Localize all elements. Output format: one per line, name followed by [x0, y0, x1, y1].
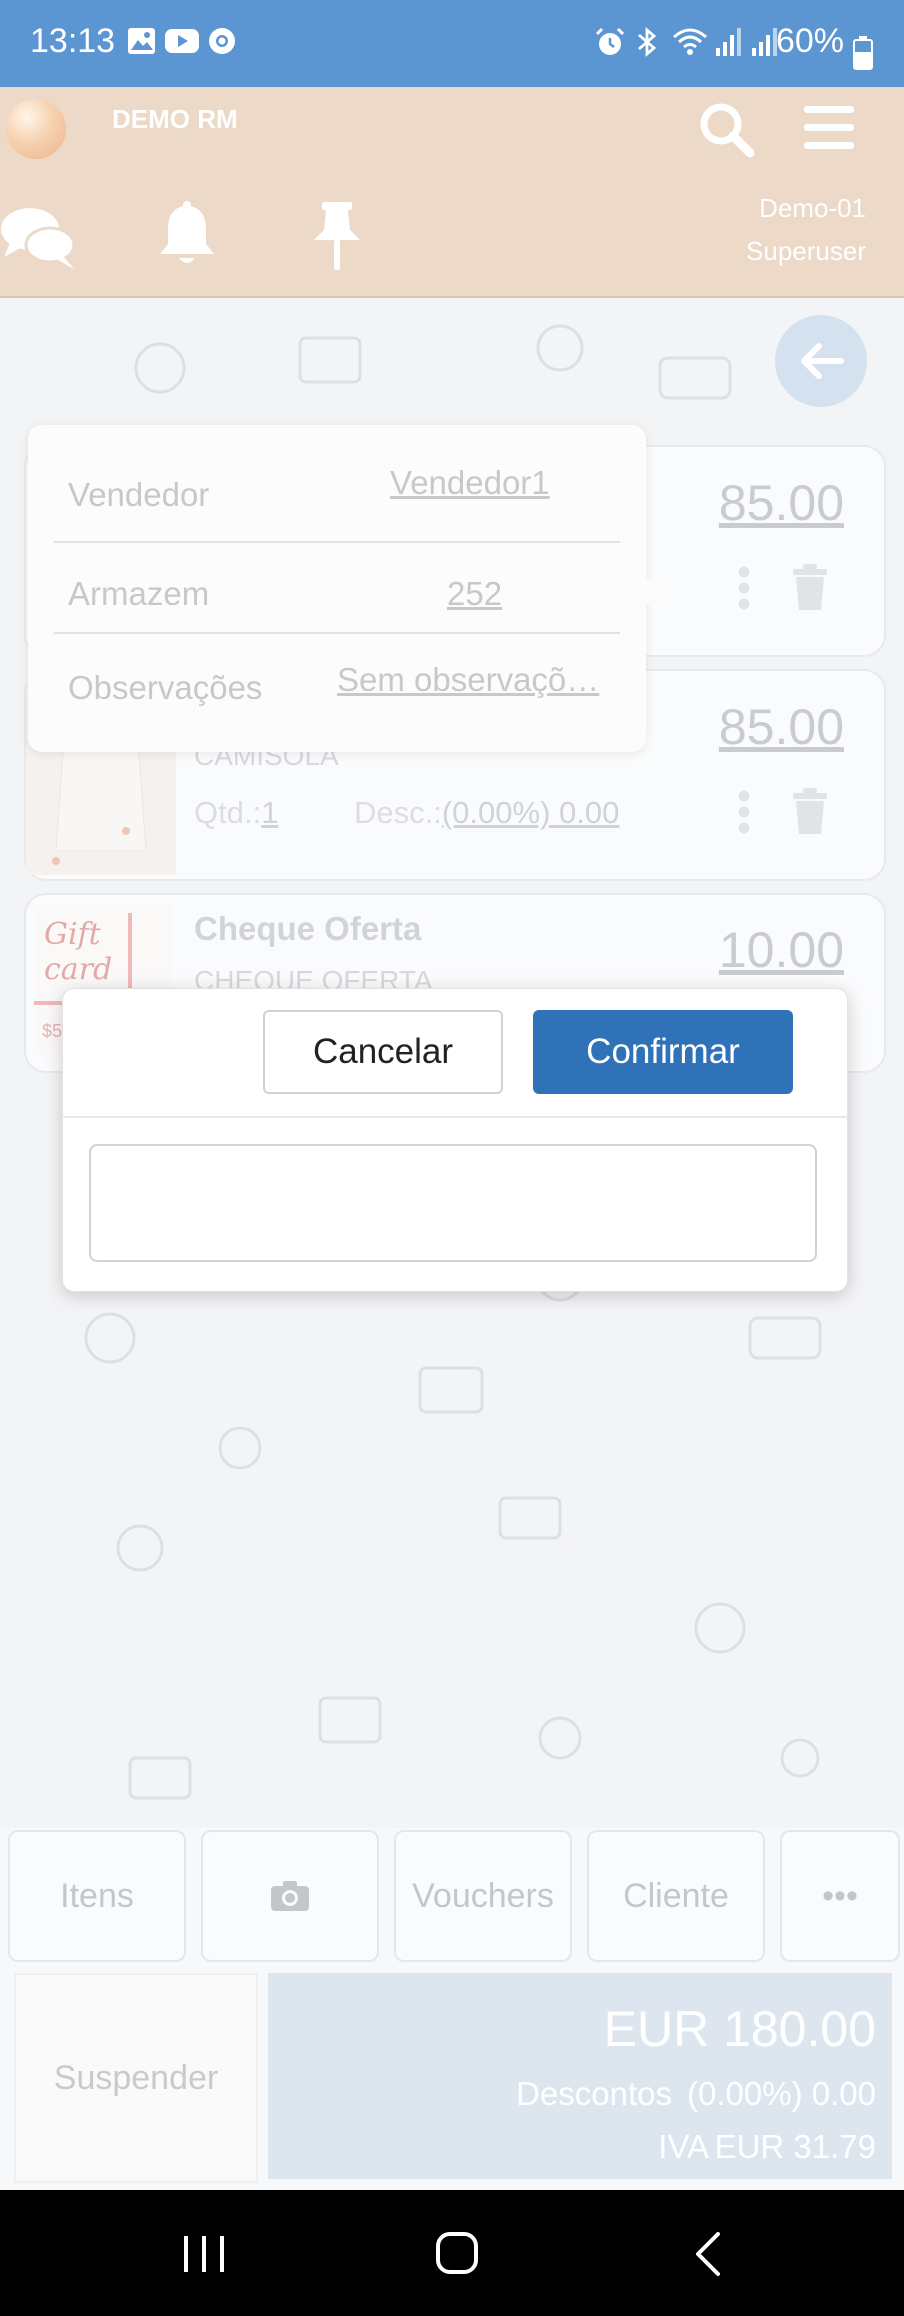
item-price[interactable]: 85.00	[719, 698, 844, 756]
warehouse-value[interactable]: 252	[447, 575, 502, 613]
warehouse-label: Armazem	[68, 575, 210, 612]
popover-arrow	[644, 576, 664, 606]
more-vertical-icon[interactable]	[736, 790, 752, 834]
bell-icon[interactable]	[156, 200, 218, 270]
notes-label: Observações	[68, 669, 263, 706]
item-quantity[interactable]: Qtd.:1	[194, 795, 278, 831]
alarm-icon	[595, 27, 625, 55]
gift-card-image-text: Gift card	[44, 917, 113, 987]
chat-icon[interactable]	[0, 205, 78, 271]
recent-apps-icon[interactable]	[180, 2234, 228, 2274]
back-nav-icon[interactable]	[690, 2230, 726, 2278]
vouchers-button[interactable]: Vouchers	[394, 1830, 572, 1962]
item-price[interactable]: 10.00	[719, 921, 844, 979]
item-discount[interactable]: Desc.:(0.00%) 0.00	[354, 795, 619, 831]
gift-card-image-price: $5	[42, 1021, 63, 1041]
discounts-value: (0.00%) 0.00	[687, 2075, 876, 2112]
bluetooth-icon	[638, 26, 657, 58]
gallery-icon	[128, 28, 155, 54]
arrow-left-icon	[801, 343, 844, 379]
vat-value: EUR 31.79	[714, 2128, 876, 2165]
camera-icon	[271, 1881, 309, 1911]
back-button[interactable]	[775, 315, 867, 407]
vat-label: IVA	[658, 2128, 709, 2165]
signal-icon	[752, 28, 777, 56]
menu-icon[interactable]	[802, 104, 856, 152]
cancel-button[interactable]: Cancelar	[263, 1010, 503, 1094]
battery-icon	[853, 36, 873, 70]
home-icon[interactable]	[434, 2230, 480, 2276]
youtube-icon	[165, 29, 199, 53]
seller-value[interactable]: Vendedor1	[390, 464, 550, 502]
register-name: Demo-01	[759, 193, 866, 223]
chrome-icon	[209, 28, 235, 54]
items-button[interactable]: Itens	[8, 1830, 186, 1962]
more-vertical-icon[interactable]	[736, 566, 752, 610]
discount-value[interactable]: (0.00%) 0.00	[442, 795, 620, 830]
suspend-button[interactable]: Suspender	[14, 1973, 258, 2183]
pin-icon[interactable]	[308, 200, 366, 272]
trash-icon[interactable]	[791, 788, 829, 834]
more-options-button[interactable]: •••	[780, 1830, 900, 1962]
dialog-text-input[interactable]	[89, 1144, 817, 1262]
app-title: DEMO RM	[112, 104, 238, 134]
search-icon[interactable]	[697, 100, 755, 158]
wifi-icon	[673, 28, 707, 55]
discount-label: Desc.:	[354, 795, 442, 830]
total-amount: EUR 180.00	[603, 2001, 876, 2057]
quantity-label: Qtd.:	[194, 795, 262, 830]
dialog-divider	[62, 1116, 848, 1118]
confirm-button[interactable]: Confirmar	[533, 1010, 793, 1094]
seller-label: Vendedor	[68, 476, 210, 513]
trash-icon[interactable]	[791, 564, 829, 610]
status-time: 13:13	[30, 22, 116, 60]
client-button[interactable]: Cliente	[587, 1830, 765, 1962]
signal-icon	[716, 28, 741, 56]
quantity-value[interactable]: 1	[261, 795, 278, 830]
avatar[interactable]	[6, 99, 66, 159]
user-role: Superuser	[746, 236, 866, 266]
divider	[54, 541, 620, 543]
discounts-label: Descontos	[516, 2075, 672, 2112]
divider	[54, 632, 620, 634]
notes-value[interactable]: Sem observaçõ…	[337, 661, 615, 699]
battery-percentage: 60%	[775, 22, 844, 60]
camera-button[interactable]	[201, 1830, 379, 1962]
item-price[interactable]: 85.00	[719, 474, 844, 532]
item-name: Cheque Oferta	[194, 910, 422, 947]
